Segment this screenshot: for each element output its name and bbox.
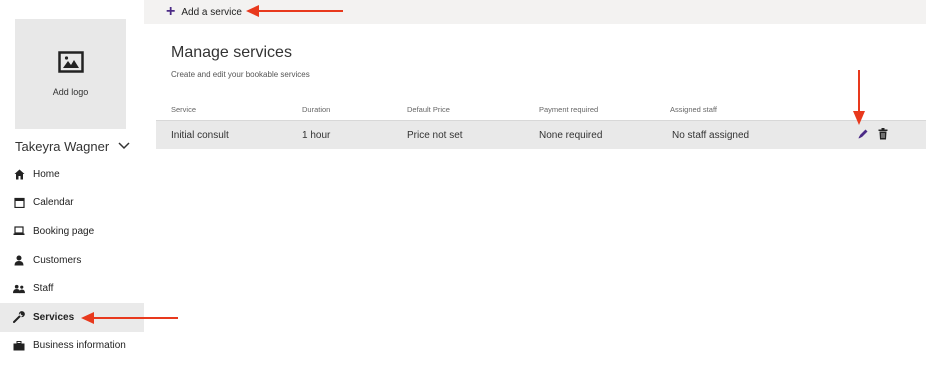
sidebar-item-calendar[interactable]: Calendar [0,189,144,218]
calendar-icon [13,197,25,209]
annotation-arrow-services [81,312,178,324]
home-icon [13,168,25,180]
services-table: Service Duration Default Price Payment r… [156,100,926,149]
user-menu[interactable]: Takeyra Wagner [15,138,130,154]
delete-trash-icon[interactable] [876,127,890,141]
page-title: Manage services [171,44,292,61]
table-row[interactable]: Initial consult 1 hour Price not set Non… [156,121,926,149]
sidebar-item-label: Services [33,311,75,323]
briefcase-icon [13,340,25,352]
add-service-button[interactable]: + Add a service [166,4,242,20]
row-actions [856,127,896,141]
sidebar-item-label: Calendar [33,197,74,209]
column-header-payment-required: Payment required [539,105,599,114]
column-header-service: Service [171,105,197,114]
sidebar-item-customers[interactable]: Customers [0,246,144,275]
user-name: Takeyra Wagner [15,138,110,154]
column-header-duration: Duration [302,105,331,114]
annotation-arrow-edit [853,70,865,125]
sidebar-item-label: Customers [33,254,82,266]
service-price: Price not set [407,130,463,141]
column-header-default-price: Default Price [407,105,450,114]
plus-icon: + [166,3,176,20]
page-subtitle: Create and edit your bookable services [171,70,310,79]
sidebar-item-business-information[interactable]: Business information [0,332,144,361]
add-logo-label: Add logo [52,87,89,97]
laptop-icon [13,225,25,237]
sidebar-item-booking-page[interactable]: Booking page [0,217,144,246]
column-header-assigned-staff: Assigned staff [670,105,717,114]
table-header: Service Duration Default Price Payment r… [156,100,926,121]
sidebar-item-home[interactable]: Home [0,160,144,189]
sidebar-nav: Home Calendar Booking page Customers Sta… [0,160,144,360]
people-icon [13,283,25,295]
sidebar-item-label: Booking page [33,225,95,237]
service-staff: No staff assigned [672,130,750,141]
service-name: Initial consult [171,130,229,141]
sidebar-item-label: Home [33,168,60,180]
sidebar-item-label: Staff [33,283,54,295]
image-icon [57,51,84,73]
sidebar-item-staff[interactable]: Staff [0,274,144,303]
wrench-icon [13,311,25,324]
chevron-down-icon [118,137,130,155]
sidebar-item-label: Business information [33,340,126,352]
add-service-label: Add a service [181,6,242,18]
annotation-arrow-add-service [246,5,343,17]
service-duration: 1 hour [302,130,331,141]
service-payment: None required [539,130,603,141]
person-icon [13,254,25,266]
add-logo-button[interactable]: Add logo [15,19,126,129]
sidebar: Add logo Takeyra Wagner Home Calendar Bo… [0,0,144,385]
edit-pencil-icon[interactable] [856,127,870,141]
